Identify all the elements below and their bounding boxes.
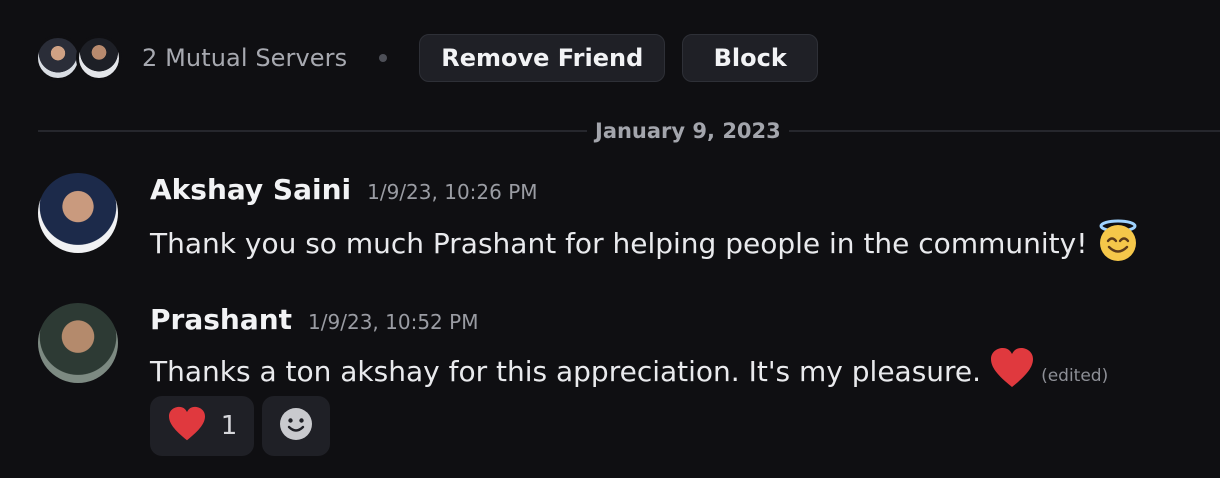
avatar[interactable] [38,303,118,383]
add-reaction-smiley-icon [279,407,313,445]
timestamp: 1/9/23, 10:26 PM [367,180,538,204]
block-button[interactable]: Block [682,34,819,82]
reaction-bar: 1 [150,396,330,456]
message-content: Thanks a ton akshay for this appreciatio… [150,347,1108,396]
message-text: Thanks a ton akshay for this appreciatio… [150,355,982,388]
mutual-server-icon[interactable] [76,35,122,81]
mutual-servers-label[interactable]: 2 Mutual Servers [142,44,347,72]
timestamp: 1/9/23, 10:52 PM [308,310,479,334]
red-heart-icon[interactable] [989,347,1035,396]
divider-date: January 9, 2023 [587,117,789,145]
reaction-heart-button[interactable]: 1 [150,396,254,456]
username[interactable]: Akshay Saini [150,173,351,206]
smiling-face-with-halo-icon[interactable] [1095,217,1141,270]
separator-dot [379,54,388,62]
mutual-server-icon[interactable] [35,35,81,81]
edited-label: (edited) [1041,365,1109,386]
mutual-server-avatars[interactable] [35,34,128,82]
message-header: Akshay Saini 1/9/23, 10:26 PM [150,173,538,213]
message-text: Thank you so much Prashant for helping p… [150,227,1088,260]
message-header: Prashant 1/9/23, 10:52 PM [150,303,478,343]
reaction-count: 1 [220,411,238,441]
red-heart-icon [167,406,207,446]
remove-friend-button[interactable]: Remove Friend [419,34,666,82]
username[interactable]: Prashant [150,303,292,336]
avatar[interactable] [38,173,118,253]
date-divider: January 9, 2023 [38,117,1220,145]
profile-action-bar: 2 Mutual Servers Remove Friend Block [35,34,819,82]
add-reaction-button[interactable] [262,396,330,456]
message-content: Thank you so much Prashant for helping p… [150,217,1141,270]
